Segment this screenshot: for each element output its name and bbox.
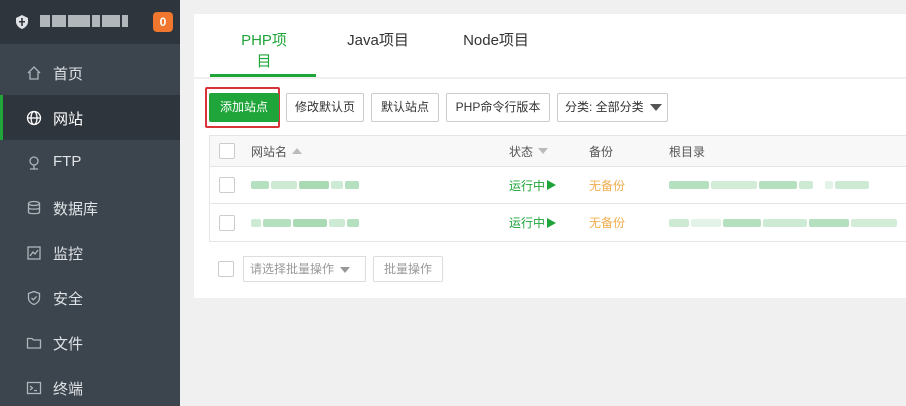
- home-icon: [27, 66, 41, 80]
- php-cli-version-button[interactable]: PHP命令行版本: [446, 93, 550, 122]
- batch-action-select[interactable]: 请选择批量操作: [243, 256, 366, 282]
- play-icon: [547, 180, 557, 190]
- sidebar-item-website[interactable]: 网站: [0, 95, 180, 140]
- sidebar-item-label: 监控: [53, 246, 84, 263]
- panel-logo-icon: [16, 15, 28, 29]
- row-checkbox[interactable]: [219, 214, 235, 231]
- row-select-cell: [219, 167, 235, 203]
- status-cell[interactable]: 运行中: [509, 167, 557, 203]
- add-site-button[interactable]: 添加站点: [209, 93, 279, 122]
- column-header-root: 根目录: [669, 144, 706, 159]
- select-all-cell: [219, 136, 235, 166]
- sidebar-item-home[interactable]: 首页: [0, 50, 180, 95]
- folder-icon: [26, 337, 42, 349]
- ftp-icon: [29, 156, 39, 170]
- shield-icon: [27, 290, 41, 306]
- row-select-cell: [219, 204, 235, 241]
- tab-php-project[interactable]: PHP项目: [234, 29, 294, 70]
- batch-action-placeholder: 请选择批量操作: [250, 262, 335, 276]
- backup-cell[interactable]: 无备份: [589, 204, 625, 241]
- column-header-backup: 备份: [589, 144, 614, 159]
- status-cell[interactable]: 运行中: [509, 204, 557, 241]
- sort-descending-icon: [538, 148, 549, 154]
- sidebar-item-label: 数据库: [53, 201, 99, 218]
- sidebar-item-label: 安全: [53, 291, 84, 308]
- database-icon: [27, 200, 41, 215]
- chevron-down-icon: [340, 266, 351, 273]
- play-icon: [547, 217, 557, 228]
- sidebar-item-monitor[interactable]: 监控: [0, 230, 180, 275]
- sidebar-item-label: FTP: [53, 153, 82, 170]
- column-header-label: 网站名: [251, 144, 288, 159]
- column-header-name[interactable]: 网站名: [251, 136, 303, 166]
- edit-default-page-button[interactable]: 修改默认页: [286, 93, 364, 122]
- root-path-redacted[interactable]: [669, 204, 899, 241]
- sidebar-item-label: 终端: [53, 381, 84, 398]
- sidebar-item-label: 首页: [53, 66, 84, 83]
- status-text: 运行中: [509, 216, 546, 230]
- batch-select-checkbox[interactable]: [218, 261, 234, 277]
- globe-icon: [26, 110, 42, 126]
- category-select-value: 分类: 全部分类: [565, 100, 644, 114]
- select-all-checkbox[interactable]: [219, 143, 235, 159]
- server-name-redacted: [40, 13, 132, 29]
- status-text: 运行中: [509, 178, 546, 193]
- chevron-down-icon: [649, 104, 662, 112]
- sort-ascending-icon: [292, 148, 303, 154]
- sidebar: 0 首页 网站 FTP 数据库 监控 安全 文件 终端: [0, 0, 180, 406]
- monitor-icon: [27, 246, 41, 260]
- site-table: 网站名 状态 备份 根目录 运行中 无备份 运行中 无备份: [209, 135, 906, 242]
- sidebar-item-files[interactable]: 文件: [0, 320, 180, 365]
- site-name-redacted[interactable]: [251, 167, 361, 203]
- notification-badge[interactable]: 0: [153, 12, 173, 32]
- sidebar-item-ftp[interactable]: FTP: [0, 140, 180, 185]
- column-header-status[interactable]: 状态: [509, 136, 549, 166]
- sidebar-item-terminal[interactable]: 终端: [0, 365, 180, 406]
- site-name-redacted[interactable]: [251, 204, 361, 241]
- table-header-row: 网站名 状态 备份 根目录: [210, 136, 906, 167]
- batch-action-button[interactable]: 批量操作: [373, 256, 443, 282]
- default-site-button[interactable]: 默认站点: [371, 93, 439, 122]
- terminal-icon: [26, 381, 42, 395]
- table-row: 运行中 无备份: [210, 167, 906, 204]
- backup-cell[interactable]: 无备份: [589, 167, 625, 203]
- sidebar-item-label: 网站: [53, 111, 84, 128]
- sidebar-item-database[interactable]: 数据库: [0, 185, 180, 230]
- category-select[interactable]: 分类: 全部分类: [557, 93, 668, 122]
- column-header-label: 状态: [509, 144, 534, 159]
- tab-node-project[interactable]: Node项目: [461, 29, 531, 59]
- root-path-redacted[interactable]: [669, 167, 871, 203]
- site-list-panel: 添加站点 修改默认页 默认站点 PHP命令行版本 分类: 全部分类 网站名 状态…: [194, 79, 906, 298]
- table-row: 运行中 无备份: [210, 204, 906, 241]
- project-tabs: PHP项目 Java项目 Node项目: [194, 14, 906, 77]
- sidebar-header: 0: [0, 0, 180, 44]
- sidebar-item-security[interactable]: 安全: [0, 275, 180, 320]
- sidebar-item-label: 文件: [53, 336, 84, 353]
- tab-java-project[interactable]: Java项目: [347, 29, 409, 59]
- row-checkbox[interactable]: [219, 177, 235, 193]
- active-tab-indicator: [210, 74, 316, 77]
